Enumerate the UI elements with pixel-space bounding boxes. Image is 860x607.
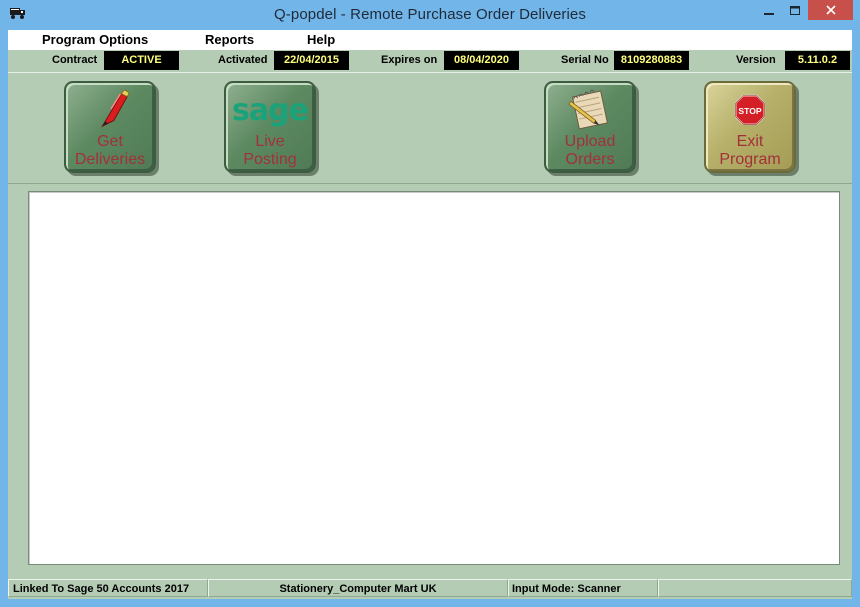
upload-orders-label-1: Upload — [564, 133, 616, 150]
sage-logo-text: sage — [232, 92, 309, 128]
close-button[interactable] — [808, 0, 853, 20]
live-posting-label-1: Live — [255, 133, 285, 150]
upload-orders-button[interactable]: Upload Orders — [544, 81, 636, 173]
contract-value: ACTIVE — [104, 51, 179, 70]
live-posting-label-2: Posting — [243, 151, 297, 168]
activated-value: 22/04/2015 — [274, 51, 349, 70]
window-title: Q-popdel - Remote Purchase Order Deliver… — [274, 6, 586, 23]
expires-label: Expires on — [381, 54, 438, 66]
status-extra — [658, 579, 852, 597]
version-value: 5.11.0.2 — [785, 51, 850, 70]
maximize-button[interactable] — [782, 0, 808, 22]
license-info-bar: Contract ACTIVE Activated 22/04/2015 Exp… — [8, 50, 852, 72]
get-deliveries-label-2: Deliveries — [74, 151, 146, 168]
menu-help[interactable]: Help — [307, 32, 335, 47]
version-label: Version — [736, 54, 776, 66]
maximize-icon — [790, 6, 800, 15]
menu-reports[interactable]: Reports — [205, 32, 254, 47]
deliveries-list-area[interactable] — [28, 191, 840, 565]
get-deliveries-button[interactable]: Get Deliveries — [64, 81, 156, 173]
main-window: Q-popdel - Remote Purchase Order Deliver… — [0, 0, 860, 607]
live-posting-button[interactable]: sage Live Posting — [224, 81, 316, 173]
client-area: Program Options Reports Help Contract AC… — [8, 30, 852, 599]
notepad-icon — [568, 89, 608, 130]
pen-icon — [101, 89, 130, 128]
exit-program-label-1: Exit — [736, 133, 764, 150]
get-deliveries-label-1: Get — [97, 133, 123, 150]
menu-program-options[interactable]: Program Options — [42, 32, 148, 47]
exit-program-label-2: Program — [719, 151, 781, 168]
menu-bar: Program Options Reports Help — [8, 30, 852, 50]
upload-orders-label-2: Orders — [565, 151, 615, 168]
activated-label: Activated — [218, 54, 268, 66]
close-icon — [825, 5, 836, 15]
contract-label: Contract — [52, 54, 98, 66]
stop-sign-text: STOP — [738, 106, 762, 116]
serial-label: Serial No — [561, 54, 609, 66]
exit-program-button[interactable]: STOP Exit Program — [704, 81, 796, 173]
sage-logo: sage — [226, 87, 314, 131]
serial-value: 8109280883 — [614, 51, 689, 70]
expires-value: 08/04/2020 — [444, 51, 519, 70]
minimize-button[interactable] — [756, 0, 782, 22]
minimize-icon — [764, 13, 774, 15]
status-input-mode: Input Mode: Scanner — [508, 579, 658, 597]
status-bar: Linked To Sage 50 Accounts 2017 Statione… — [8, 578, 852, 599]
title-bar[interactable]: Q-popdel - Remote Purchase Order Deliver… — [0, 0, 860, 30]
stop-sign-icon: STOP — [734, 94, 766, 126]
status-company: Stationery_Computer Mart UK — [208, 579, 508, 597]
status-linked: Linked To Sage 50 Accounts 2017 — [8, 579, 208, 597]
action-toolbar: Get Deliveries sage Live Posting Upload … — [8, 72, 852, 184]
